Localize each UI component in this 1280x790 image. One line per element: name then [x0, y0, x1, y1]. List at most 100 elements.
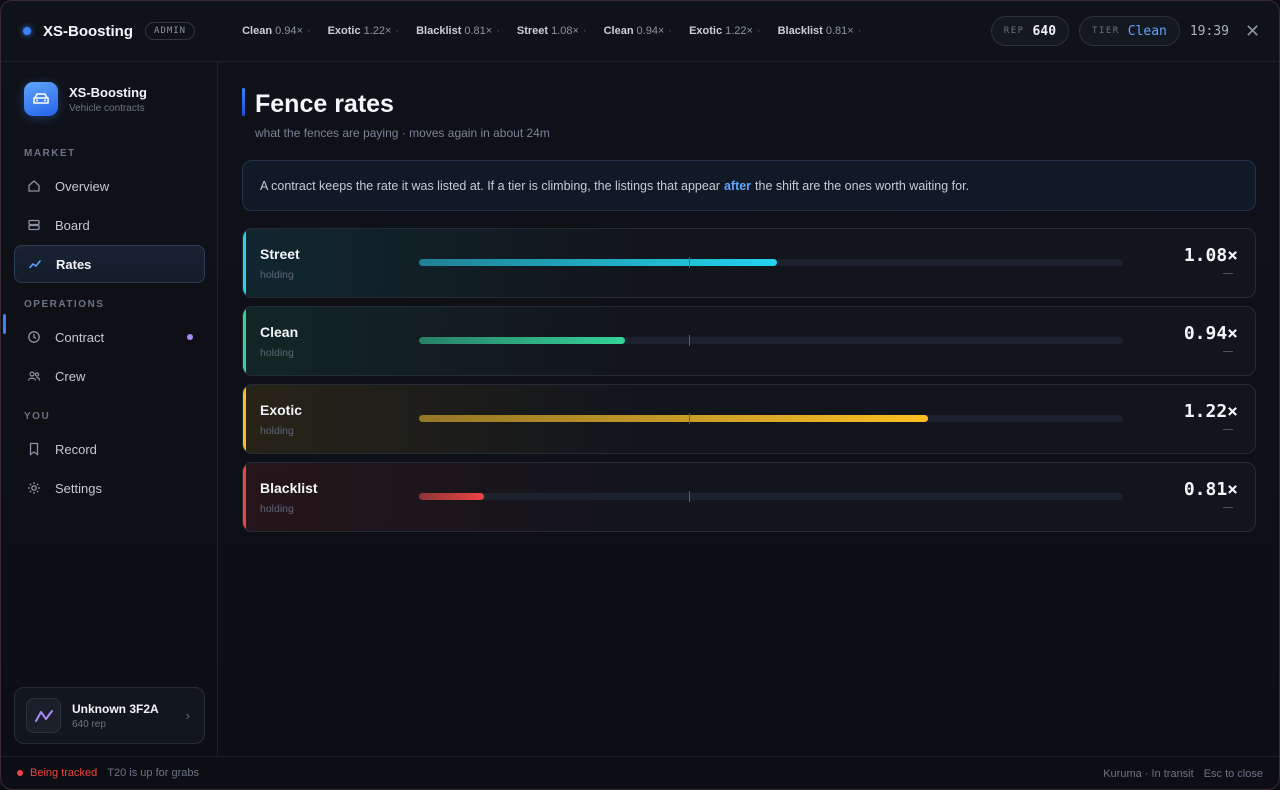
rate-bar — [419, 257, 1123, 268]
sidebar-item-rates[interactable]: Rates — [14, 245, 205, 283]
page-title: Fence rates — [255, 90, 394, 118]
info-notice: A contract keeps the rate it was listed … — [242, 160, 1256, 211]
rate-multiplier: 1.08× — [1183, 245, 1238, 266]
sidebar-item-crew[interactable]: Crew — [14, 357, 205, 395]
top-bar: XS-Boosting ADMIN Clean 0.94× · Exotic 1.22… — [1, 1, 1279, 62]
close-icon[interactable]: ✕ — [1245, 21, 1260, 42]
trend-dash — [1223, 351, 1233, 352]
tracking-dot-icon — [17, 770, 23, 776]
tier-edge — [243, 307, 246, 375]
profile-card[interactable]: Unknown 3F2A 640 rep › — [14, 687, 205, 744]
profile-name: Unknown 3F2A — [72, 701, 159, 716]
admin-badge: ADMIN — [145, 22, 196, 40]
sidebar-item-contract[interactable]: Contract — [14, 318, 205, 356]
ticker-item: Exotic 1.22× · — [689, 25, 761, 37]
trend-dash — [1223, 429, 1233, 430]
ticker-item: Blacklist 0.81× · — [777, 25, 862, 37]
tier-state: holding — [260, 347, 294, 359]
gear-icon — [27, 481, 41, 495]
brand-title: XS-Boosting — [43, 22, 133, 40]
tier-state: holding — [260, 269, 294, 281]
chevron-right-icon: › — [185, 708, 190, 723]
rate-bar — [419, 491, 1123, 502]
vehicle-status: Kuruma · In transit — [1103, 768, 1194, 780]
ticker-item: Clean 0.94× · — [242, 25, 311, 37]
tier-state: holding — [260, 425, 294, 437]
trend-icon — [28, 257, 42, 271]
sidebar-item-overview[interactable]: Overview — [14, 167, 205, 205]
notice-highlight: after — [723, 178, 752, 193]
rate-multiplier: 0.94× — [1183, 323, 1238, 344]
rate-card-street: Street holding 1.08× — [242, 228, 1256, 298]
trend-dash — [1223, 273, 1233, 274]
main-content: Fence rates what the fences are paying ·… — [219, 62, 1279, 756]
tier-name: Clean — [260, 324, 299, 340]
sidebar-item-board[interactable]: Board — [14, 206, 205, 244]
sidebar-item-label: Overview — [55, 178, 110, 194]
sidebar-item-label: Board — [55, 217, 90, 233]
section-operations: OPERATIONS — [24, 299, 105, 310]
ticker-item: Blacklist 0.81× · — [416, 25, 500, 37]
rate-bar-fill — [419, 259, 777, 266]
clock: 19:39 — [1189, 23, 1229, 39]
trend-dash — [1223, 507, 1233, 508]
esc-hint: Esc to close — [1203, 768, 1263, 780]
sidebar-subtitle: Vehicle contracts — [69, 102, 145, 114]
tracking-status: Being tracked — [30, 767, 98, 779]
sidebar-item-label: Settings — [55, 480, 102, 496]
tier-edge — [243, 229, 246, 297]
section-you: YOU — [24, 411, 51, 422]
board-icon — [27, 218, 41, 232]
bookmark-icon — [27, 442, 41, 456]
users-icon — [27, 369, 41, 383]
avatar — [26, 698, 61, 733]
tier-edge — [243, 463, 246, 531]
rate-bar — [419, 335, 1123, 346]
home-icon — [27, 179, 41, 193]
sidebar-item-label: Contract — [55, 329, 105, 345]
tier-name: Exotic — [260, 402, 303, 418]
sidebar-header: XS-Boosting Vehicle contracts — [24, 82, 147, 116]
baseline-marker — [689, 257, 690, 268]
tier-value: Clean — [1127, 23, 1167, 39]
ticker-item: Clean 0.94× · — [603, 25, 673, 37]
sidebar-item-label: Crew — [55, 368, 86, 384]
rep-pill: REP 640 — [990, 16, 1070, 46]
baseline-marker — [689, 335, 690, 346]
tier-label: TIER — [1092, 26, 1120, 36]
baseline-marker — [689, 491, 690, 502]
clock-icon — [27, 330, 41, 344]
status-message: T20 is up for grabs — [107, 767, 199, 779]
sidebar-item-settings[interactable]: Settings — [14, 469, 205, 507]
sidebar-item-record[interactable]: Record — [14, 430, 205, 468]
car-icon — [24, 82, 58, 116]
active-indicator — [3, 314, 6, 334]
title-accent — [242, 88, 245, 116]
signal-icon — [34, 709, 53, 722]
rate-multiplier: 1.22× — [1183, 401, 1238, 422]
status-bar: Being tracked T20 is up for grabs Kuruma… — [1, 756, 1279, 789]
rep-label: REP — [1003, 26, 1025, 36]
ticker-item: Exotic 1.22× · — [327, 25, 400, 37]
rate-bar-fill — [419, 493, 484, 500]
rate-card-blacklist: Blacklist holding 0.81× — [242, 462, 1256, 532]
section-market: MARKET — [24, 148, 76, 159]
tier-edge — [243, 385, 246, 453]
app-window: XS-Boosting ADMIN Clean 0.94× · Exotic 1.22… — [0, 0, 1280, 790]
profile-rep: 640 rep — [72, 718, 106, 730]
tier-name: Blacklist — [260, 480, 318, 496]
rate-bar-fill — [419, 337, 625, 344]
baseline-marker — [689, 413, 690, 424]
tier-pill: TIER Clean — [1079, 16, 1180, 46]
tier-state: holding — [260, 503, 294, 515]
rate-card-clean: Clean holding 0.94× — [242, 306, 1256, 376]
tier-name: Street — [260, 246, 300, 262]
status-dot-icon — [23, 27, 31, 35]
sidebar-item-label: Record — [55, 441, 97, 457]
sidebar-item-label: Rates — [56, 256, 92, 272]
rate-bar-fill — [419, 415, 928, 422]
sidebar: XS-Boosting Vehicle contracts MARKET Ove… — [1, 62, 218, 756]
page-subtitle: what the fences are paying · moves again… — [255, 126, 550, 140]
rate-multiplier: 0.81× — [1183, 479, 1238, 500]
rate-bar — [419, 413, 1123, 424]
